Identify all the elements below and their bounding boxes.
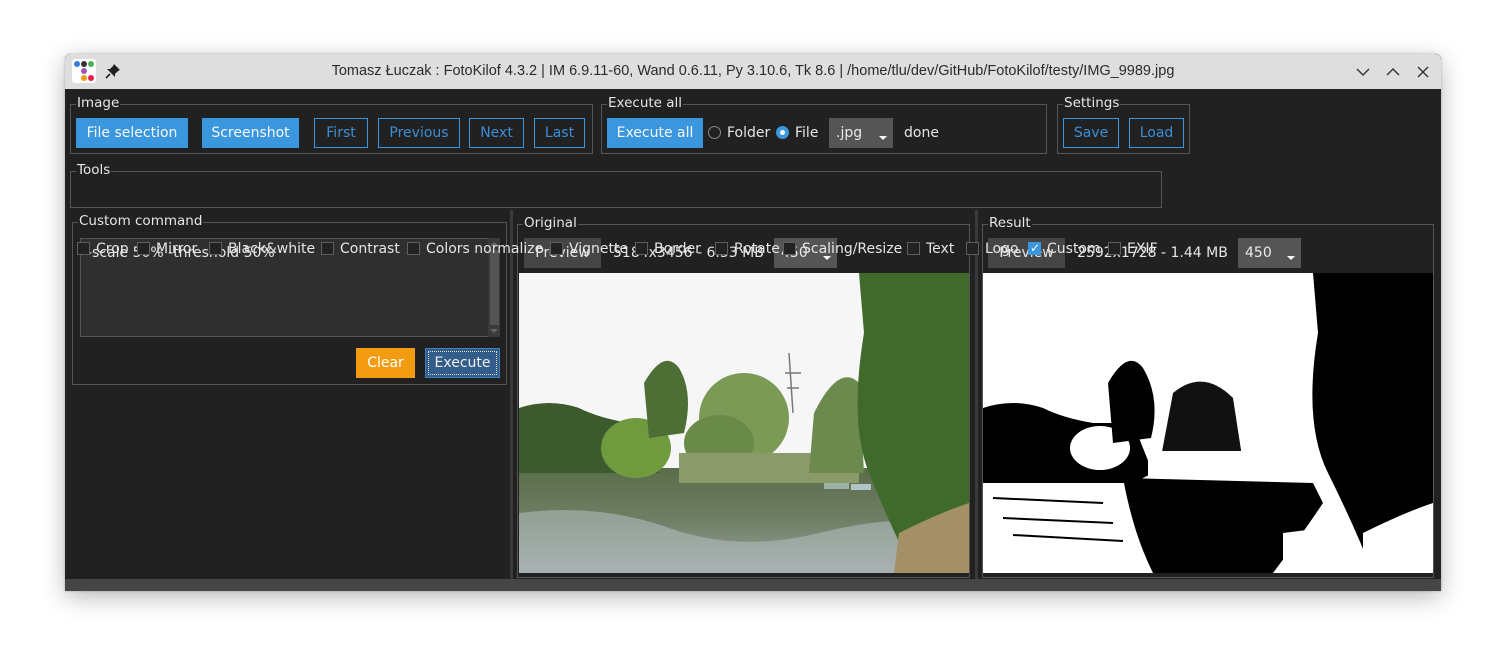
checkbox-unchecked-icon[interactable] xyxy=(137,242,150,255)
title-bar[interactable]: Tomasz Łuczak : FotoKilof 4.3.2 | IM 6.9… xyxy=(65,54,1441,89)
main-content: Image File selection Screenshot First Pr… xyxy=(65,89,1441,591)
maximize-button[interactable] xyxy=(1383,62,1403,82)
execute-button[interactable]: Execute xyxy=(425,348,500,378)
result-frame-label: Result xyxy=(988,215,1032,231)
last-button[interactable]: Last xyxy=(534,118,585,148)
tool-checkbox-label[interactable]: Border xyxy=(654,240,701,258)
tool-checkbox-label[interactable]: Scaling/Resize xyxy=(802,240,902,258)
previous-button[interactable]: Previous xyxy=(378,118,460,148)
file-radio-label[interactable]: File xyxy=(795,124,818,142)
clear-button[interactable]: Clear xyxy=(356,348,415,378)
minimize-button[interactable] xyxy=(1353,62,1373,82)
tool-checkbox-label[interactable]: Contrast xyxy=(340,240,400,258)
window-title: Tomasz Łuczak : FotoKilof 4.3.2 | IM 6.9… xyxy=(331,63,1175,79)
file-selection-button[interactable]: File selection xyxy=(76,118,188,148)
tool-checkbox-label[interactable]: Colors normalize xyxy=(426,240,543,258)
result-preview-size-select[interactable]: 450 xyxy=(1238,238,1301,268)
extension-value: .jpg xyxy=(836,125,863,141)
chevron-down-icon xyxy=(1356,68,1370,76)
tool-checkbox-label[interactable]: Custom xyxy=(1047,240,1101,258)
checkbox-unchecked-icon[interactable] xyxy=(783,242,796,255)
chevron-up-icon xyxy=(1386,68,1400,76)
result-preview-size-value: 450 xyxy=(1245,245,1272,261)
load-settings-button[interactable]: Load xyxy=(1129,118,1184,148)
execute-all-button[interactable]: Execute all xyxy=(607,118,703,148)
checkbox-checked-icon[interactable] xyxy=(1028,240,1041,256)
screenshot-button[interactable]: Screenshot xyxy=(202,118,299,148)
execute-all-frame-label: Execute all xyxy=(607,95,684,111)
first-button[interactable]: First xyxy=(314,118,368,148)
tool-checkbox-label[interactable]: Vignette xyxy=(569,240,628,258)
dropdown-arrow-icon xyxy=(1287,256,1295,260)
execute-all-status: done xyxy=(904,125,939,141)
original-image[interactable] xyxy=(519,273,969,573)
checkbox-unchecked-icon[interactable] xyxy=(209,242,222,255)
tool-checkbox-label[interactable]: Crop xyxy=(96,240,129,258)
pane-divider-left[interactable] xyxy=(510,210,513,582)
extension-select[interactable]: .jpg xyxy=(829,118,893,148)
fotokilof-window: Tomasz Łuczak : FotoKilof 4.3.2 | IM 6.9… xyxy=(65,54,1441,591)
close-icon xyxy=(1417,66,1429,78)
status-bar xyxy=(65,579,1441,591)
pane-divider-right[interactable] xyxy=(975,210,978,582)
folder-radio-label[interactable]: Folder xyxy=(727,124,770,142)
tool-checkbox-label[interactable]: Black&white xyxy=(228,240,315,258)
checkbox-unchecked-icon[interactable] xyxy=(907,242,920,255)
custom-command-frame-label: Custom command xyxy=(78,213,204,229)
tool-checkbox-label[interactable]: Rotate xyxy=(734,240,780,258)
result-image[interactable] xyxy=(983,273,1433,573)
dropdown-arrow-icon xyxy=(879,136,887,140)
scroll-down-icon[interactable] xyxy=(490,329,498,333)
checkbox-unchecked-icon[interactable] xyxy=(321,242,334,255)
tool-checkbox-label[interactable]: Text xyxy=(926,240,954,258)
file-radio[interactable] xyxy=(776,126,789,139)
folder-radio[interactable] xyxy=(708,126,721,139)
tool-checkbox-label[interactable]: Mirror xyxy=(156,240,197,258)
tool-checkbox-label[interactable]: EXIF xyxy=(1127,240,1158,258)
original-photo-svg xyxy=(519,273,969,573)
tool-checkbox-label[interactable]: Logo xyxy=(985,240,1019,258)
checkbox-unchecked-icon[interactable] xyxy=(966,242,979,255)
checkbox-unchecked-icon[interactable] xyxy=(550,242,563,255)
checkbox-unchecked-icon[interactable] xyxy=(635,242,648,255)
next-button[interactable]: Next xyxy=(469,118,524,148)
checkbox-unchecked-icon[interactable] xyxy=(1108,242,1121,255)
checkbox-unchecked-icon[interactable] xyxy=(77,242,90,255)
tools-frame: Tools xyxy=(70,162,1162,208)
settings-frame-label: Settings xyxy=(1063,95,1121,111)
close-button[interactable] xyxy=(1413,62,1433,82)
tools-frame-label: Tools xyxy=(76,162,112,178)
checkbox-unchecked-icon[interactable] xyxy=(407,242,420,255)
result-photo-svg xyxy=(983,273,1433,573)
image-frame-label: Image xyxy=(76,95,121,111)
checkbox-unchecked-icon[interactable] xyxy=(715,242,728,255)
original-frame-label: Original xyxy=(523,215,578,231)
save-settings-button[interactable]: Save xyxy=(1063,118,1119,148)
scrollbar-thumb[interactable] xyxy=(490,250,499,325)
